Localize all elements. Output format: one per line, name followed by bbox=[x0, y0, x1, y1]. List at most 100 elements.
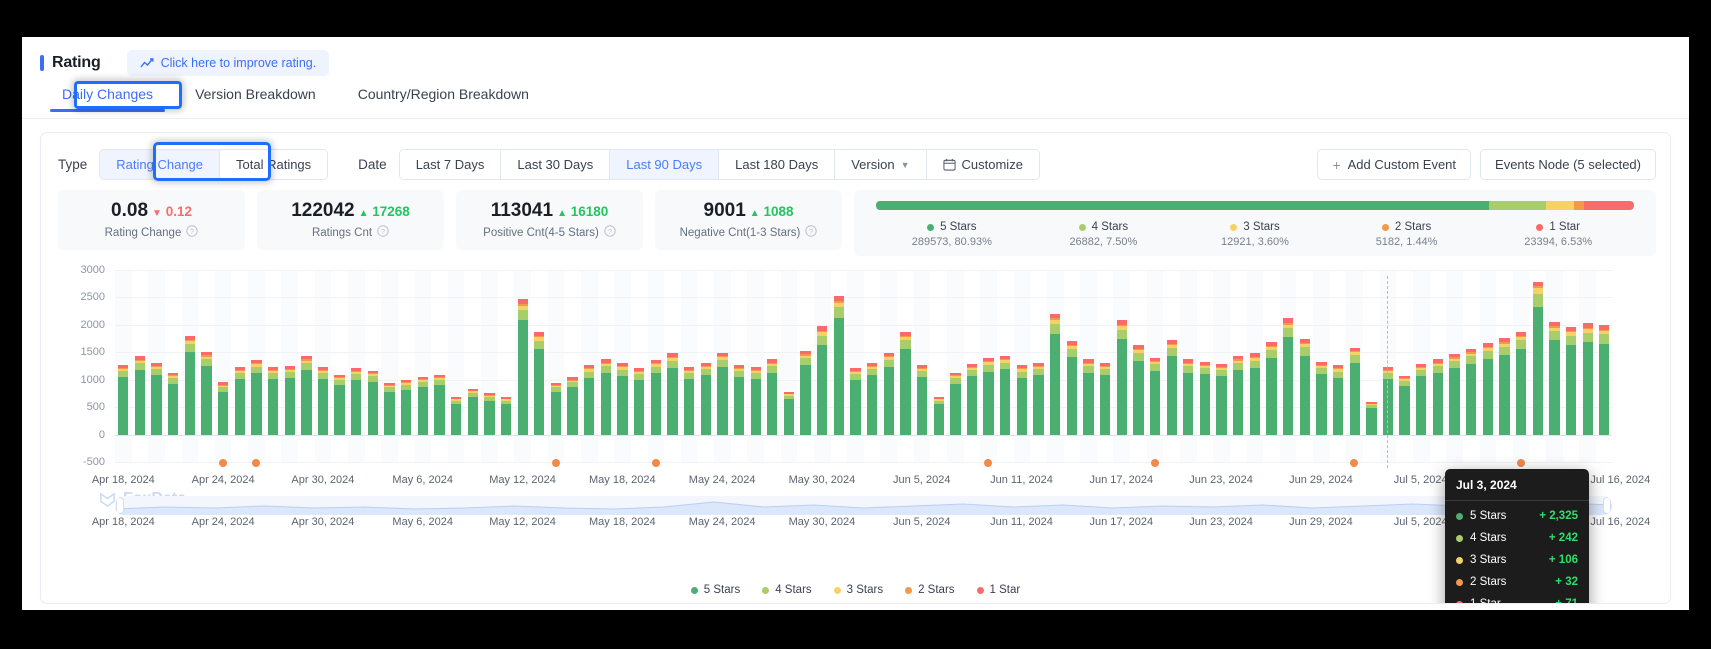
tab-country-region-breakdown[interactable]: Country/Region Breakdown bbox=[358, 86, 529, 111]
bar-column[interactable] bbox=[964, 270, 981, 462]
event-marker-dot[interactable] bbox=[1350, 459, 1359, 467]
bar-column[interactable] bbox=[1064, 270, 1081, 462]
bar-column[interactable] bbox=[1330, 270, 1347, 462]
bar-column[interactable] bbox=[115, 270, 132, 462]
bar-column[interactable] bbox=[1346, 270, 1363, 462]
add-custom-event-button[interactable]: + Add Custom Event bbox=[1317, 149, 1472, 180]
bar-column[interactable] bbox=[198, 270, 215, 462]
bar-column[interactable] bbox=[664, 270, 681, 462]
bar-column[interactable] bbox=[1147, 270, 1164, 462]
events-node-button[interactable]: Events Node (5 selected) bbox=[1480, 149, 1656, 180]
bar-column[interactable] bbox=[1197, 270, 1214, 462]
date-option-last-90-days[interactable]: Last 90 Days bbox=[610, 150, 720, 179]
bar-column[interactable] bbox=[398, 270, 415, 462]
event-marker-dot[interactable] bbox=[252, 459, 261, 467]
bar-column[interactable] bbox=[448, 270, 465, 462]
bar-column[interactable] bbox=[697, 270, 714, 462]
bar-column[interactable] bbox=[1030, 270, 1047, 462]
bar-column[interactable] bbox=[581, 270, 598, 462]
bar-column[interactable] bbox=[531, 270, 548, 462]
bar-column[interactable] bbox=[464, 270, 481, 462]
bar-column[interactable] bbox=[598, 270, 615, 462]
bar-column[interactable] bbox=[1546, 270, 1563, 462]
bar-column[interactable] bbox=[165, 270, 182, 462]
bar-column[interactable] bbox=[514, 270, 531, 462]
bar-column[interactable] bbox=[1463, 270, 1480, 462]
bar-column[interactable] bbox=[1513, 270, 1530, 462]
tab-version-breakdown[interactable]: Version Breakdown bbox=[195, 86, 316, 111]
bar-column[interactable] bbox=[331, 270, 348, 462]
bar-column[interactable] bbox=[381, 270, 398, 462]
bar-column[interactable] bbox=[747, 270, 764, 462]
bar-column[interactable] bbox=[431, 270, 448, 462]
bar-column[interactable] bbox=[764, 270, 781, 462]
bar-column[interactable] bbox=[797, 270, 814, 462]
event-marker-dot[interactable] bbox=[1150, 459, 1159, 467]
bar-column[interactable] bbox=[1180, 270, 1197, 462]
event-marker-dot[interactable] bbox=[651, 459, 660, 467]
bar-column[interactable] bbox=[1296, 270, 1313, 462]
bar-column[interactable] bbox=[997, 270, 1014, 462]
event-marker-dot[interactable] bbox=[1516, 459, 1525, 467]
bar-column[interactable] bbox=[1163, 270, 1180, 462]
type-option-total-ratings[interactable]: Total Ratings bbox=[220, 150, 328, 179]
version-dropdown[interactable]: Version ▼ bbox=[835, 150, 927, 179]
bar-column[interactable] bbox=[182, 270, 199, 462]
bar-column[interactable] bbox=[714, 270, 731, 462]
help-icon[interactable]: ? bbox=[186, 225, 199, 240]
bar-column[interactable] bbox=[880, 270, 897, 462]
event-marker-dot[interactable] bbox=[984, 459, 993, 467]
bar-column[interactable] bbox=[1496, 270, 1513, 462]
legend-item[interactable]: 3 Stars bbox=[833, 584, 883, 596]
bar-column[interactable] bbox=[132, 270, 149, 462]
bar-column[interactable] bbox=[947, 270, 964, 462]
date-option-last-30-days[interactable]: Last 30 Days bbox=[501, 150, 611, 179]
bar-column[interactable] bbox=[1313, 270, 1330, 462]
bar-column[interactable] bbox=[548, 270, 565, 462]
bar-column[interactable] bbox=[980, 270, 997, 462]
bar-column[interactable] bbox=[930, 270, 947, 462]
legend-item[interactable]: 4 Stars bbox=[762, 584, 812, 596]
bar-column[interactable] bbox=[1280, 270, 1297, 462]
bar-column[interactable] bbox=[148, 270, 165, 462]
help-icon[interactable]: ? bbox=[805, 225, 818, 240]
bar-column[interactable] bbox=[1097, 270, 1114, 462]
bar-column[interactable] bbox=[248, 270, 265, 462]
event-marker-dot[interactable] bbox=[551, 459, 560, 467]
bar-column[interactable] bbox=[1430, 270, 1447, 462]
tab-daily-changes[interactable]: Daily Changes bbox=[49, 86, 166, 112]
bar-column[interactable] bbox=[564, 270, 581, 462]
type-option-rating-change[interactable]: Rating Change bbox=[100, 150, 221, 179]
bar-column[interactable] bbox=[1230, 270, 1247, 462]
bar-column[interactable] bbox=[1047, 270, 1064, 462]
bar-column[interactable] bbox=[814, 270, 831, 462]
bar-column[interactable] bbox=[231, 270, 248, 462]
customize-date-button[interactable]: Customize bbox=[926, 150, 1039, 179]
legend-item[interactable]: 1 Star bbox=[976, 584, 1020, 596]
bar-column[interactable] bbox=[864, 270, 881, 462]
bar-column[interactable] bbox=[1263, 270, 1280, 462]
bar-column[interactable] bbox=[365, 270, 382, 462]
bar-column[interactable] bbox=[265, 270, 282, 462]
bar-column[interactable] bbox=[1596, 270, 1613, 462]
bar-column[interactable] bbox=[1113, 270, 1130, 462]
legend-item[interactable]: 2 Stars bbox=[905, 584, 955, 596]
help-icon[interactable]: ? bbox=[377, 225, 389, 240]
bar-column[interactable] bbox=[1529, 270, 1546, 462]
bar-column[interactable] bbox=[1080, 270, 1097, 462]
bar-column[interactable] bbox=[831, 270, 848, 462]
bar-column[interactable] bbox=[1363, 270, 1380, 462]
bar-column[interactable] bbox=[315, 270, 332, 462]
bar-column[interactable] bbox=[1396, 270, 1413, 462]
bar-column[interactable] bbox=[897, 270, 914, 462]
bar-column[interactable] bbox=[1213, 270, 1230, 462]
bar-column[interactable] bbox=[481, 270, 498, 462]
bar-column[interactable] bbox=[1446, 270, 1463, 462]
bar-column[interactable] bbox=[1014, 270, 1031, 462]
bar-column[interactable] bbox=[1413, 270, 1430, 462]
bar-column[interactable] bbox=[1480, 270, 1497, 462]
bar-column[interactable] bbox=[1247, 270, 1264, 462]
bar-column[interactable] bbox=[415, 270, 432, 462]
chart-range-minimap[interactable] bbox=[115, 496, 1612, 515]
bar-column[interactable] bbox=[614, 270, 631, 462]
